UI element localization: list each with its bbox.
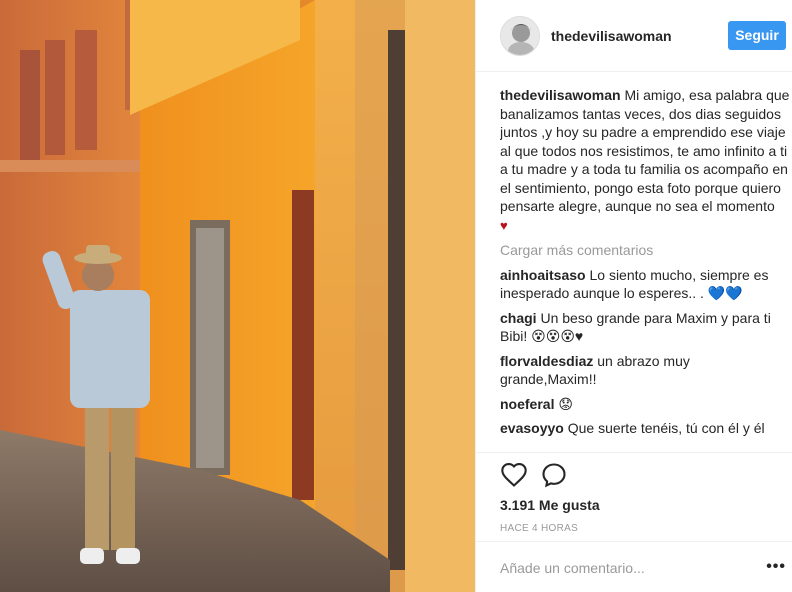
likes-count[interactable]: 3.191 Me gusta bbox=[500, 497, 600, 513]
caption-text: Mi amigo, esa palabra que banalizamos ta… bbox=[500, 87, 790, 214]
comment-username[interactable]: chagi bbox=[500, 310, 537, 326]
heart-outline-icon[interactable] bbox=[500, 461, 528, 489]
post-timestamp[interactable]: HACE 4 HORAS bbox=[500, 523, 578, 534]
comment-username[interactable]: evasoyyo bbox=[500, 420, 564, 436]
comment-username[interactable]: noeferal bbox=[500, 396, 554, 412]
post-side-panel: thedevilisawoman Seguir thedevilisawoman… bbox=[475, 0, 792, 592]
post-header: thedevilisawoman Seguir bbox=[476, 0, 792, 72]
comment-item: florvaldesdiaz un abrazo muy grande,Maxi… bbox=[500, 352, 790, 389]
comment-username[interactable]: florvaldesdiaz bbox=[500, 353, 593, 369]
comment-text: Que suerte tenéis, tú con él y él bbox=[567, 420, 765, 436]
comment-emoji: 😟 bbox=[558, 395, 573, 412]
comment-item: ainhoaitsaso Lo siento mucho, siempre es… bbox=[500, 266, 790, 303]
speech-bubble-icon[interactable] bbox=[540, 461, 568, 489]
comment-emoji: 💙💙 bbox=[707, 285, 743, 301]
follow-button[interactable]: Seguir bbox=[728, 21, 786, 50]
caption-username[interactable]: thedevilisawoman bbox=[500, 87, 621, 103]
comment-input[interactable] bbox=[500, 558, 740, 578]
comment-emoji: 😵😵😵♥ bbox=[531, 328, 584, 344]
post-caption: thedevilisawoman Mi amigo, esa palabra q… bbox=[500, 86, 790, 235]
comments-list[interactable]: thedevilisawoman Mi amigo, esa palabra q… bbox=[500, 86, 790, 452]
post-author-username[interactable]: thedevilisawoman bbox=[551, 28, 672, 44]
add-comment-bar: ••• bbox=[476, 541, 792, 592]
street-photo-illustration bbox=[0, 0, 475, 592]
post-actions: 3.191 Me gusta HACE 4 HORAS ••• bbox=[476, 452, 792, 592]
avatar[interactable] bbox=[500, 16, 540, 56]
ellipsis-icon[interactable]: ••• bbox=[766, 558, 786, 576]
post-photo[interactable] bbox=[0, 0, 475, 592]
instagram-post: thedevilisawoman Seguir thedevilisawoman… bbox=[0, 0, 792, 592]
comment-item: chagi Un beso grande para Maxim y para t… bbox=[500, 309, 790, 346]
heart-emoji-icon: ♥ bbox=[500, 217, 508, 233]
avatar-image bbox=[501, 17, 539, 55]
load-more-comments-link[interactable]: Cargar más comentarios bbox=[500, 241, 790, 260]
comment-item: evasoyyo Que suerte tenéis, tú con él y … bbox=[500, 419, 790, 438]
comment-username[interactable]: ainhoaitsaso bbox=[500, 267, 586, 283]
comment-item: noeferal 😟 bbox=[500, 395, 790, 414]
